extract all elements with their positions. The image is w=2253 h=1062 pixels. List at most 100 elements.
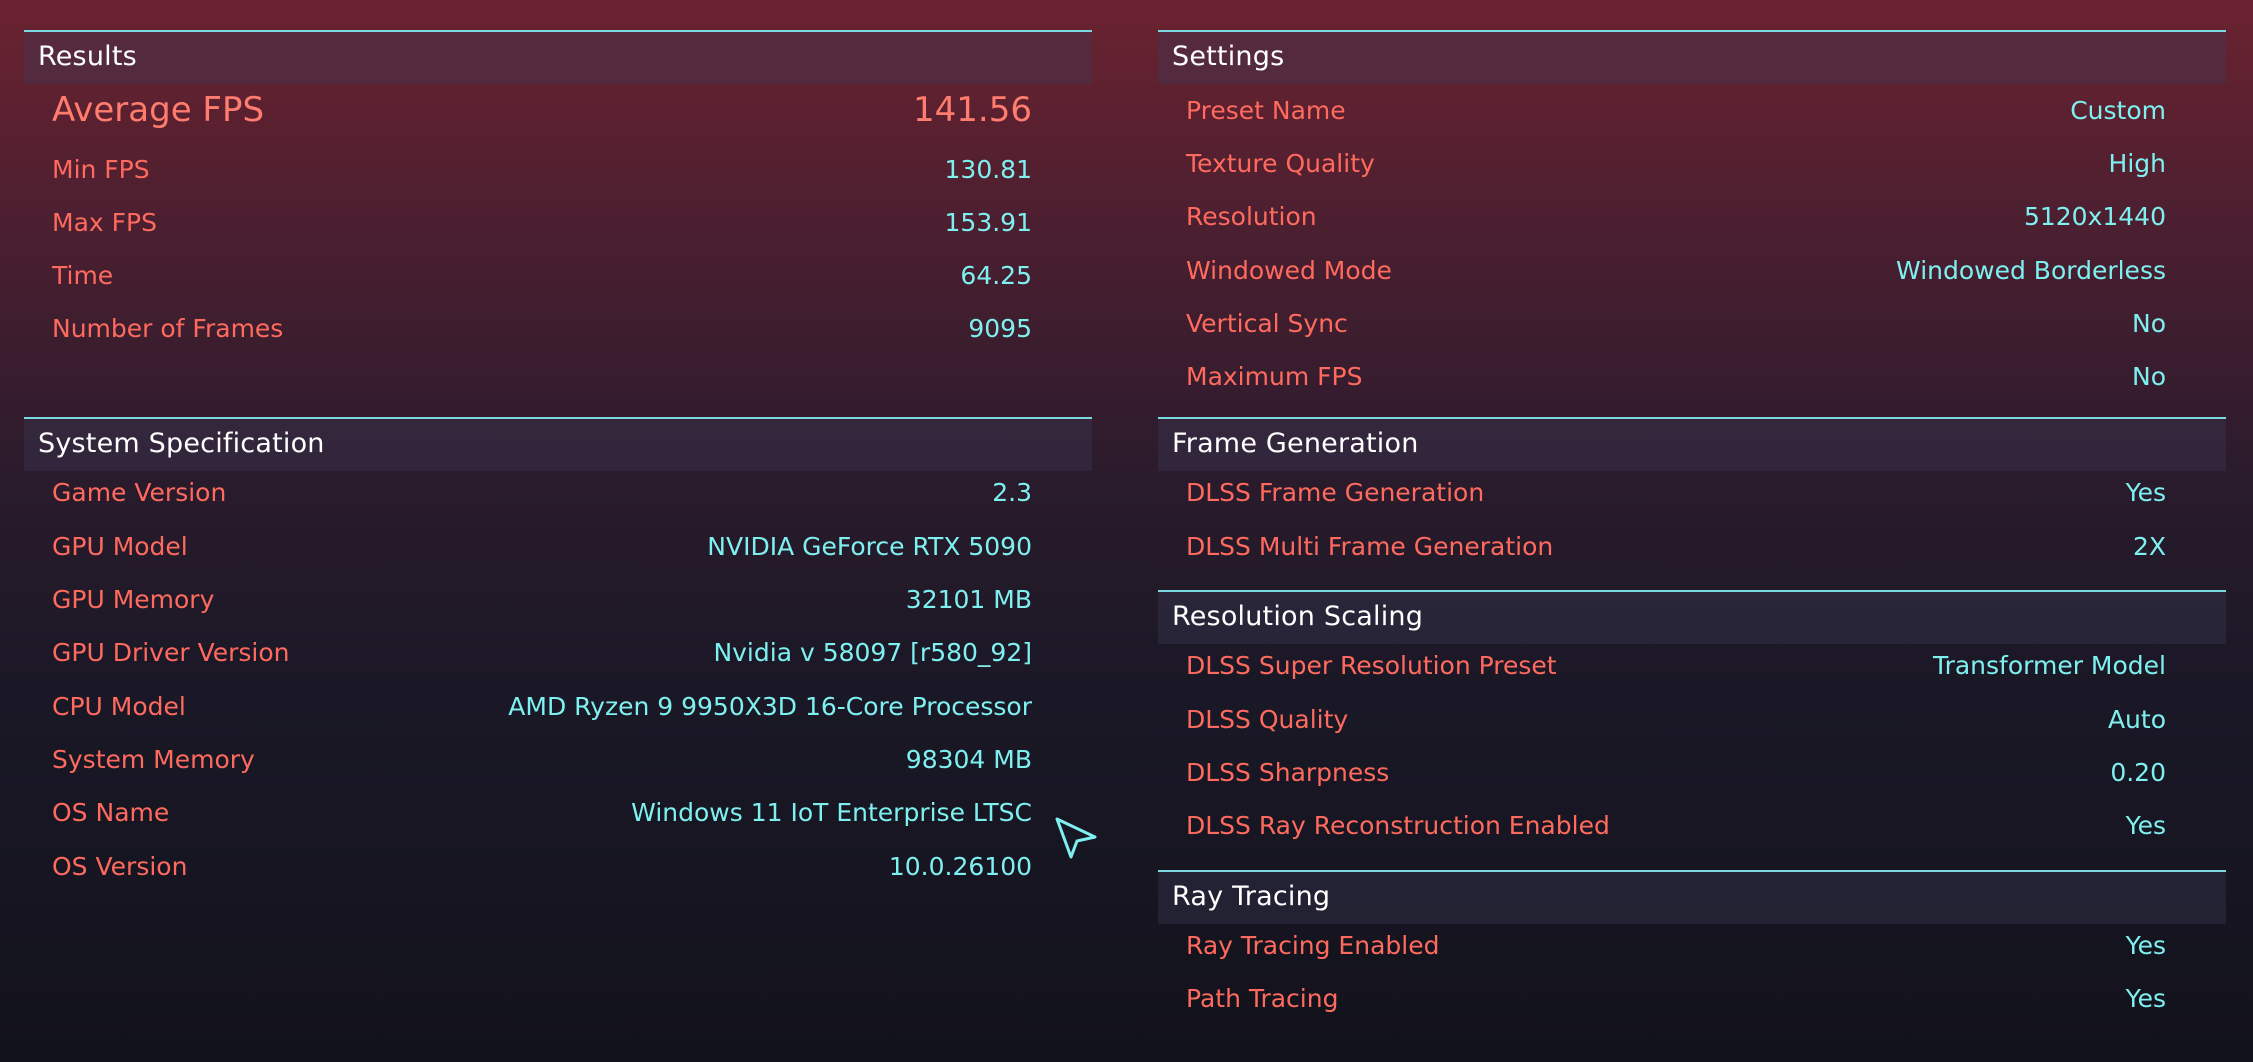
frames-value: 9095 xyxy=(968,314,1032,343)
ray-tracing-enabled-row: Ray Tracing Enabled Yes xyxy=(1158,921,2226,973)
ray-tracing-header: Ray Tracing xyxy=(1158,870,2226,924)
dlss-frame-gen-label: DLSS Frame Generation xyxy=(1186,478,1485,507)
gpu-memory-value: 32101 MB xyxy=(905,585,1032,614)
gpu-model-row: GPU Model NVIDIA GeForce RTX 5090 xyxy=(24,522,1092,574)
texture-quality-label: Texture Quality xyxy=(1186,149,1375,178)
os-name-row: OS Name Windows 11 IoT Enterprise LTSC xyxy=(24,788,1092,840)
path-tracing-value: Yes xyxy=(2125,984,2166,1013)
settings-section: Settings Preset Name Custom Texture Qual… xyxy=(1158,30,2226,400)
dlss-sharpness-label: DLSS Sharpness xyxy=(1186,758,1390,787)
dlss-multi-frame-gen-label: DLSS Multi Frame Generation xyxy=(1186,532,1554,561)
path-tracing-row: Path Tracing Yes xyxy=(1158,974,2226,1026)
os-name-value: Windows 11 IoT Enterprise LTSC xyxy=(631,798,1032,827)
dlss-quality-value: Auto xyxy=(2107,705,2166,734)
dlss-multi-frame-gen-row: DLSS Multi Frame Generation 2X xyxy=(1158,522,2226,574)
cpu-model-row: CPU Model AMD Ryzen 9 9950X3D 16-Core Pr… xyxy=(24,682,1092,734)
resolution-value: 5120x1440 xyxy=(2023,202,2166,231)
min-fps-row: Min FPS 130.81 xyxy=(24,145,1092,197)
max-fps-label: Max FPS xyxy=(52,208,157,237)
dlss-frame-gen-row: DLSS Frame Generation Yes xyxy=(1158,468,2226,520)
gpu-memory-label: GPU Memory xyxy=(52,585,215,614)
system-memory-row: System Memory 98304 MB xyxy=(24,735,1092,787)
dlss-sr-preset-label: DLSS Super Resolution Preset xyxy=(1186,651,1557,680)
os-version-value: 10.0.26100 xyxy=(888,852,1032,881)
max-fps-row: Max FPS 153.91 xyxy=(24,198,1092,250)
right-panel: Settings Preset Name Custom Texture Qual… xyxy=(1158,30,2226,1050)
mouse-pointer-icon xyxy=(1053,815,1099,861)
dlss-sr-preset-row: DLSS Super Resolution Preset Transformer… xyxy=(1158,641,2226,693)
os-name-label: OS Name xyxy=(52,798,170,827)
frame-generation-header: Frame Generation xyxy=(1158,417,2226,471)
min-fps-label: Min FPS xyxy=(52,155,150,184)
time-label: Time xyxy=(52,261,114,290)
results-title: Results xyxy=(38,41,137,72)
dlss-quality-label: DLSS Quality xyxy=(1186,705,1349,734)
average-fps-value: 141.56 xyxy=(913,90,1032,130)
dlss-frame-gen-value: Yes xyxy=(2125,478,2166,507)
maximum-fps-label: Maximum FPS xyxy=(1186,362,1363,391)
results-section: Results Average FPS 141.56 Min FPS 130.8… xyxy=(24,30,1092,400)
preset-name-value: Custom xyxy=(2070,96,2166,125)
os-version-label: OS Version xyxy=(52,852,188,881)
cpu-model-label: CPU Model xyxy=(52,692,186,721)
system-header: System Specification xyxy=(24,417,1092,471)
game-version-label: Game Version xyxy=(52,478,227,507)
system-memory-value: 98304 MB xyxy=(905,745,1032,774)
os-version-row: OS Version 10.0.26100 xyxy=(24,842,1092,894)
gpu-model-label: GPU Model xyxy=(52,532,188,561)
max-fps-value: 153.91 xyxy=(944,208,1032,237)
vertical-sync-label: Vertical Sync xyxy=(1186,309,1348,338)
dlss-ray-reconstruction-row: DLSS Ray Reconstruction Enabled Yes xyxy=(1158,801,2226,853)
results-header: Results xyxy=(24,30,1092,84)
resolution-scaling-title: Resolution Scaling xyxy=(1172,601,1424,632)
system-memory-label: System Memory xyxy=(52,745,255,774)
vertical-sync-value: No xyxy=(2132,309,2166,338)
dlss-sharpness-value: 0.20 xyxy=(2110,758,2166,787)
dlss-quality-row: DLSS Quality Auto xyxy=(1158,695,2226,747)
settings-header: Settings xyxy=(1158,30,2226,84)
dlss-sharpness-row: DLSS Sharpness 0.20 xyxy=(1158,748,2226,800)
vertical-sync-row: Vertical Sync No xyxy=(1158,299,2226,351)
left-panel: Results Average FPS 141.56 Min FPS 130.8… xyxy=(24,30,1092,910)
windowed-mode-row: Windowed Mode Windowed Borderless xyxy=(1158,246,2226,298)
cpu-model-value: AMD Ryzen 9 9950X3D 16-Core Processor xyxy=(508,692,1032,721)
dlss-ray-reconstruction-value: Yes xyxy=(2125,811,2166,840)
resolution-row: Resolution 5120x1440 xyxy=(1158,192,2226,244)
gpu-memory-row: GPU Memory 32101 MB xyxy=(24,575,1092,627)
path-tracing-label: Path Tracing xyxy=(1186,984,1339,1013)
preset-name-row: Preset Name Custom xyxy=(1158,86,2226,138)
gpu-model-value: NVIDIA GeForce RTX 5090 xyxy=(707,532,1032,561)
average-fps-label: Average FPS xyxy=(52,90,265,130)
dlss-ray-reconstruction-label: DLSS Ray Reconstruction Enabled xyxy=(1186,811,1610,840)
ray-tracing-section: Ray Tracing Ray Tracing Enabled Yes Path… xyxy=(1158,870,2226,1040)
resolution-scaling-header: Resolution Scaling xyxy=(1158,590,2226,644)
maximum-fps-row: Maximum FPS No xyxy=(1158,352,2226,404)
frame-generation-title: Frame Generation xyxy=(1172,428,1419,459)
dlss-sr-preset-value: Transformer Model xyxy=(1932,651,2166,680)
min-fps-value: 130.81 xyxy=(944,155,1032,184)
game-version-value: 2.3 xyxy=(992,478,1032,507)
gpu-driver-value: Nvidia v 58097 [r580_92] xyxy=(713,638,1032,667)
gpu-driver-row: GPU Driver Version Nvidia v 58097 [r580_… xyxy=(24,628,1092,680)
system-title: System Specification xyxy=(38,428,325,459)
resolution-label: Resolution xyxy=(1186,202,1317,231)
windowed-mode-value: Windowed Borderless xyxy=(1896,256,2166,285)
maximum-fps-value: No xyxy=(2132,362,2166,391)
frames-row: Number of Frames 9095 xyxy=(24,304,1092,356)
gpu-driver-label: GPU Driver Version xyxy=(52,638,290,667)
texture-quality-value: High xyxy=(2108,149,2166,178)
ray-tracing-enabled-label: Ray Tracing Enabled xyxy=(1186,931,1440,960)
time-value: 64.25 xyxy=(960,261,1032,290)
resolution-scaling-section: Resolution Scaling DLSS Super Resolution… xyxy=(1158,590,2226,860)
ray-tracing-title: Ray Tracing xyxy=(1172,881,1331,912)
windowed-mode-label: Windowed Mode xyxy=(1186,256,1392,285)
game-version-row: Game Version 2.3 xyxy=(24,468,1092,520)
system-section: System Specification Game Version 2.3 GP… xyxy=(24,417,1092,897)
dlss-multi-frame-gen-value: 2X xyxy=(2132,532,2166,561)
preset-name-label: Preset Name xyxy=(1186,96,1346,125)
frames-label: Number of Frames xyxy=(52,314,284,343)
texture-quality-row: Texture Quality High xyxy=(1158,139,2226,191)
average-fps-row: Average FPS 141.56 xyxy=(24,86,1092,138)
frame-generation-section: Frame Generation DLSS Frame Generation Y… xyxy=(1158,417,2226,577)
ray-tracing-enabled-value: Yes xyxy=(2125,931,2166,960)
